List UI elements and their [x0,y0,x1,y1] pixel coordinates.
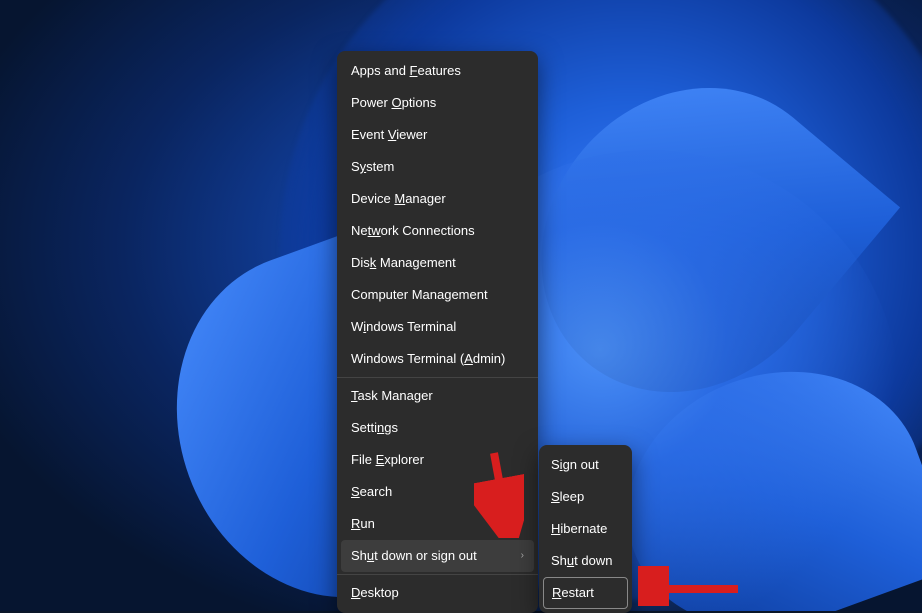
submenu-item-signout[interactable]: Sign out [539,449,632,481]
menu-item-settings[interactable]: Settings [337,412,538,444]
menu-separator [337,377,538,378]
menu-item-run[interactable]: Run [337,508,538,540]
menu-item-windows-terminal-admin[interactable]: Windows Terminal (Admin) [337,343,538,375]
menu-item-computer-management[interactable]: Computer Management [337,279,538,311]
menu-item-shutdown-signout[interactable]: Shut down or sign out › [341,540,534,572]
menu-item-apps-features[interactable]: Apps and Features [337,55,538,87]
submenu-item-sleep[interactable]: Sleep [539,481,632,513]
menu-item-windows-terminal[interactable]: Windows Terminal [337,311,538,343]
submenu-item-shutdown[interactable]: Shut down [539,545,632,577]
chevron-right-icon: › [521,548,524,564]
submenu-item-hibernate[interactable]: Hibernate [539,513,632,545]
shutdown-submenu: Sign out Sleep Hibernate Shut down Resta… [539,445,632,613]
menu-separator [337,574,538,575]
menu-item-network-connections[interactable]: Network Connections [337,215,538,247]
winx-context-menu: Apps and Features Power Options Event Vi… [337,51,538,613]
menu-item-event-viewer[interactable]: Event Viewer [337,119,538,151]
menu-item-power-options[interactable]: Power Options [337,87,538,119]
menu-item-search[interactable]: Search [337,476,538,508]
submenu-item-restart[interactable]: Restart [543,577,628,609]
menu-item-file-explorer[interactable]: File Explorer [337,444,538,476]
menu-item-desktop[interactable]: Desktop [337,577,538,609]
menu-item-task-manager[interactable]: Task Manager [337,380,538,412]
menu-item-device-manager[interactable]: Device Manager [337,183,538,215]
menu-item-disk-management[interactable]: Disk Management [337,247,538,279]
menu-item-system[interactable]: System [337,151,538,183]
